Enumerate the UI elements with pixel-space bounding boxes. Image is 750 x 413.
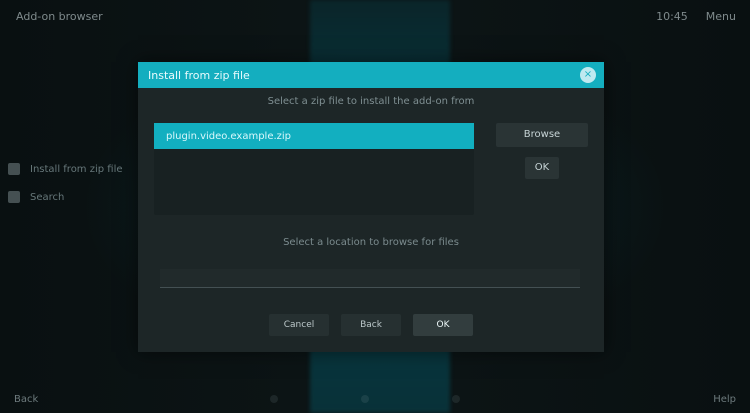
screen: Add-on browser 10:45 Menu Install from z…	[0, 0, 750, 413]
list-item-selected[interactable]: plugin.video.example.zip	[154, 123, 474, 149]
dialog-content: plugin.video.example.zip Browse OK Selec…	[138, 123, 604, 303]
sidebar-item-label: Install from zip file	[30, 163, 123, 175]
close-icon[interactable]: ×	[580, 67, 596, 83]
dialog-header: Install from zip file ×	[138, 62, 604, 88]
footer-help[interactable]: Help	[713, 394, 736, 405]
file-list[interactable]: plugin.video.example.zip	[154, 123, 474, 215]
browse-button[interactable]: Browse	[496, 123, 588, 147]
cancel-button[interactable]: Cancel	[269, 314, 329, 336]
zip-icon	[8, 163, 20, 175]
path-input[interactable]	[160, 269, 580, 288]
list-item[interactable]	[154, 175, 474, 201]
menu-label[interactable]: Menu	[706, 10, 736, 23]
clock: 10:45	[656, 10, 688, 23]
dialog-title: Install from zip file	[148, 68, 250, 82]
back-button[interactable]: Back	[341, 314, 401, 336]
list-item[interactable]	[154, 149, 474, 175]
footer-back[interactable]: Back	[14, 394, 38, 405]
ok-side-button[interactable]: OK	[525, 157, 559, 179]
page-indicators	[270, 395, 460, 403]
page-dot	[361, 395, 369, 403]
page-dot	[452, 395, 460, 403]
install-dialog: Install from zip file × Select a zip fil…	[138, 62, 604, 352]
info-text: Select a location to browse for files	[283, 237, 459, 248]
side-controls: Browse OK	[496, 123, 588, 189]
dialog-subtitle: Select a zip file to install the add-on …	[267, 96, 475, 107]
sidebar-item-search[interactable]: Search	[4, 183, 124, 211]
page-dot	[270, 395, 278, 403]
sidebar-item-label: Search	[30, 191, 65, 203]
ok-button[interactable]: OK	[413, 314, 473, 336]
sidebar: Install from zip file Search	[4, 155, 124, 211]
window-title: Add-on browser	[16, 10, 103, 23]
sidebar-item-install-zip[interactable]: Install from zip file	[4, 155, 124, 183]
top-right-status: 10:45 Menu	[656, 10, 736, 23]
dialog-actions: Cancel Back OK	[138, 314, 604, 336]
search-icon	[8, 191, 20, 203]
